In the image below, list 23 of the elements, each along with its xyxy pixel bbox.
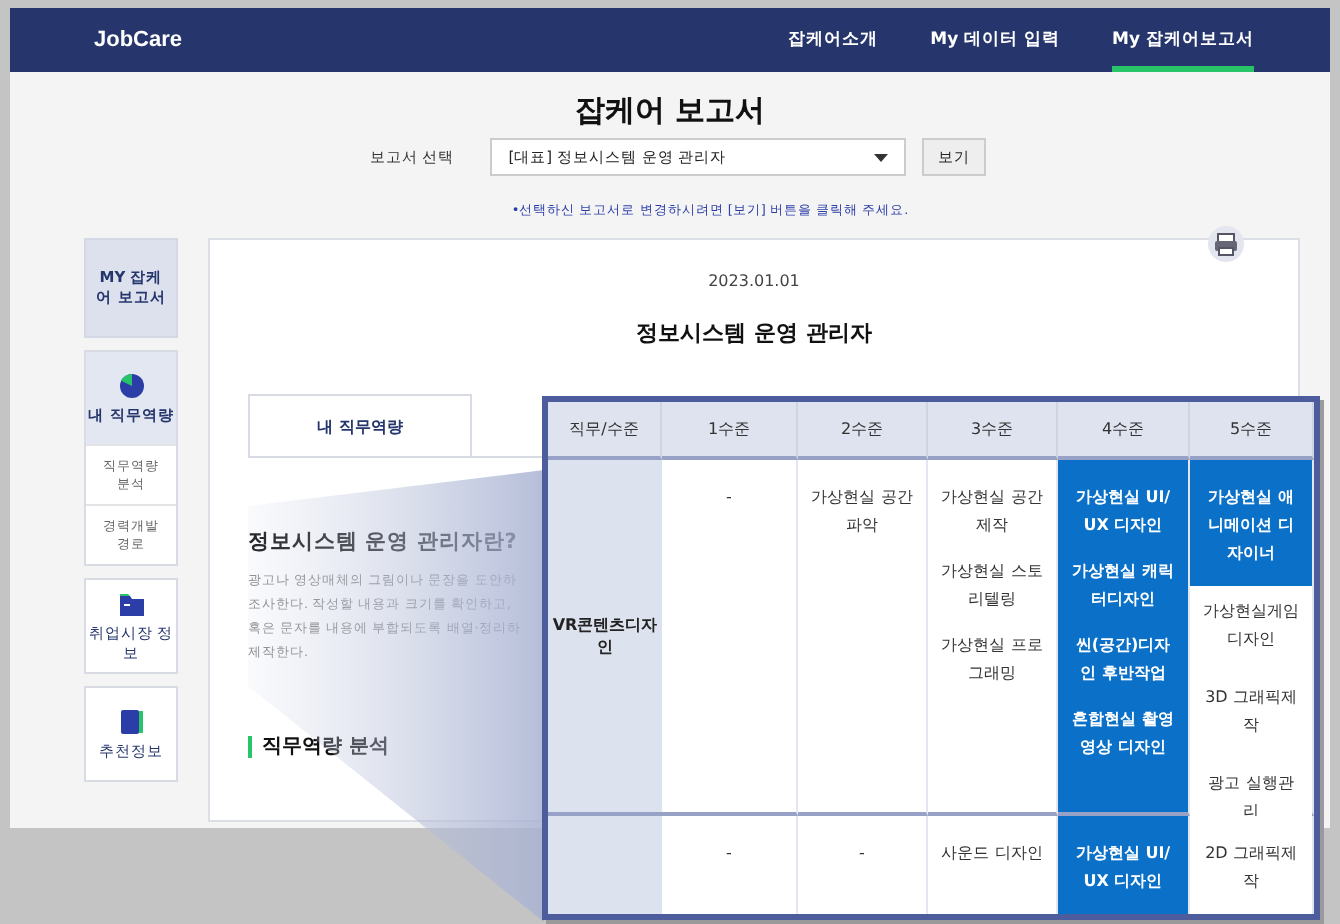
tab[interactable]: 내 직무역량 (248, 394, 472, 456)
book-icon (117, 707, 145, 735)
table-cell: 3D 그래픽제작 (1190, 672, 1312, 758)
nav-link[interactable]: My 잡케어보고서 (1112, 8, 1254, 72)
nav-link[interactable]: 잡케어소개 (788, 8, 879, 72)
column-header: 3수준 (928, 402, 1058, 460)
section-heading: 직무역량 분석 (262, 734, 389, 760)
page-title: 잡케어 보고서 (572, 90, 768, 130)
table-cell: 가상현실게임 디자인 (1190, 586, 1312, 672)
accent-bar (248, 735, 252, 757)
logo[interactable]: JobCare (94, 28, 183, 52)
report-title: 정보시스템 운영 관리자 (634, 318, 874, 348)
caret-icon (874, 153, 889, 161)
column-header: 1수준 (662, 402, 798, 460)
report-date: 2023.01.01 (706, 272, 802, 290)
column-header: 2수준 (798, 402, 928, 460)
table-cell-text: VR콘텐츠디자인 (550, 614, 660, 658)
nav-link[interactable]: My 데이터 입력 (930, 8, 1061, 72)
column-header: 직무/수준 (548, 402, 662, 460)
column-header: 5수준 (1190, 402, 1314, 460)
column-header: 4수준 (1058, 402, 1190, 460)
folder-icon (117, 589, 145, 617)
pie-chart-icon (117, 371, 145, 399)
